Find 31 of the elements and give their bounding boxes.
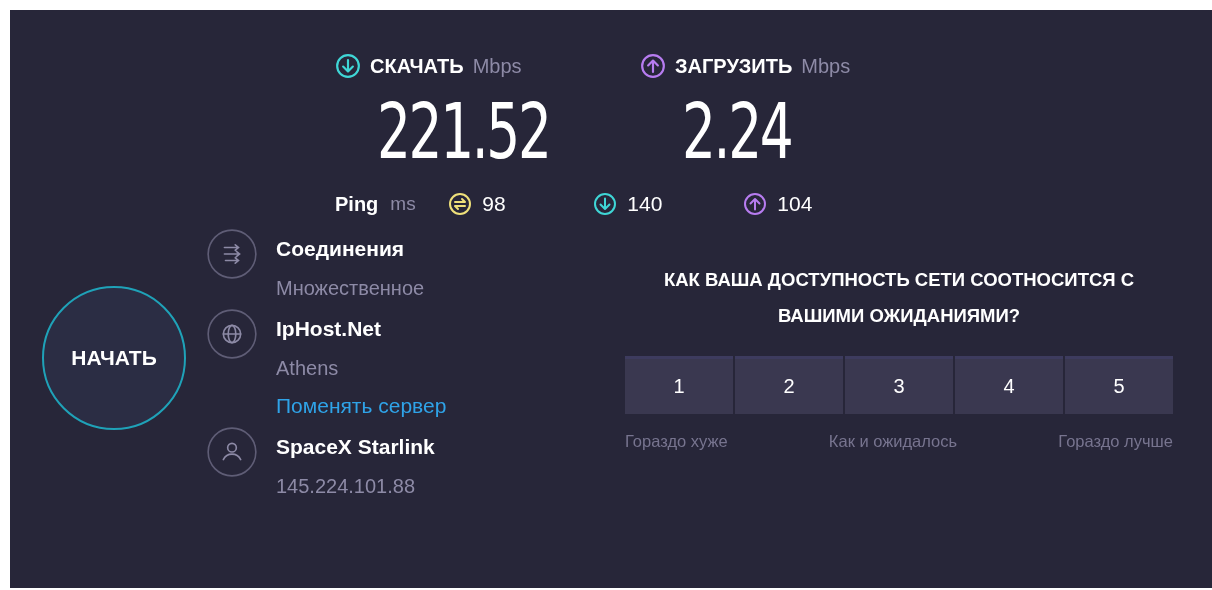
rating-option[interactable]: 5: [1065, 356, 1173, 414]
server-title: Соединения: [276, 236, 405, 262]
rating-question: КАК ВАША ДОСТУПНОСТЬ СЕТИ СООТНОСИТСЯ С ВАШИМИ ОЖИДАНИЯМИ?: [662, 268, 1136, 328]
server-detail: 145.224.101.88: [276, 474, 416, 499]
scale-label: Гораздо лучше: [1058, 432, 1173, 451]
unit-label: ms: [390, 193, 417, 215]
server-title: IpHost.Net: [276, 316, 381, 342]
unit-label: Mbps: [801, 54, 851, 78]
user-icon: [206, 426, 258, 478]
ping-value: 98: [482, 192, 506, 216]
rating-option[interactable]: 2: [735, 356, 843, 414]
server-title: SpaceX Starlink: [276, 434, 435, 460]
scale-label: Как и ожидалось: [828, 432, 958, 451]
scale-label: Гораздо хуже: [625, 432, 728, 451]
speed-value: 2.24: [682, 86, 792, 178]
start-button[interactable]: НАЧАТЬ: [42, 286, 186, 430]
speed-value: 221.52: [377, 86, 550, 178]
rating-option[interactable]: 4: [955, 356, 1063, 414]
change-server-link[interactable]: Поменять сервер: [276, 392, 447, 420]
rating-option[interactable]: 1: [625, 356, 733, 414]
metric-label: СКАЧАТЬ: [370, 54, 464, 78]
metric-label: ЗАГРУЗИТЬ: [675, 54, 793, 78]
unit-label: Mbps: [472, 54, 522, 78]
rating-option[interactable]: 3: [845, 356, 953, 414]
globe-icon: [206, 308, 258, 360]
ping-value: 140: [627, 192, 663, 216]
server-detail: Athens: [276, 356, 339, 381]
server-detail: Множественное: [276, 276, 425, 301]
arrows-icon: [206, 228, 258, 280]
ping-value: 104: [777, 192, 813, 216]
ping-label: Ping: [335, 192, 379, 216]
